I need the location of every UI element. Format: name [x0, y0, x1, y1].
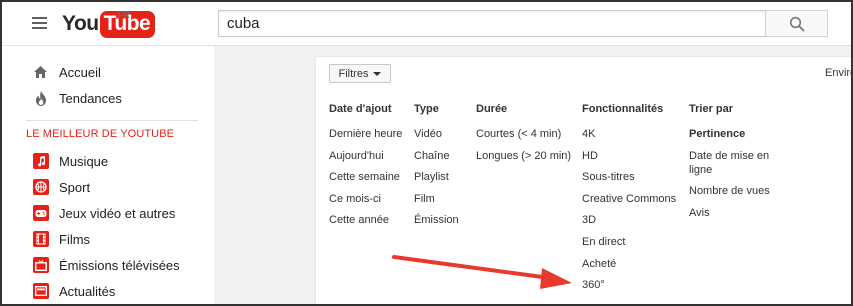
youtube-logo[interactable]: You Tube	[62, 10, 156, 38]
masthead: You Tube FR	[2, 2, 851, 46]
filter-column-title: Date d'ajout	[329, 103, 392, 115]
sidebar-item-label: Accueil	[59, 64, 101, 80]
film-icon	[32, 231, 49, 247]
search-button[interactable]	[765, 10, 828, 37]
sidebar-item-label: Émissions télévisées	[59, 257, 180, 273]
results-count-text: Enviro	[825, 67, 851, 79]
filter-column-type: Type Vidéo Chaîne Playlist Film Émission	[414, 103, 459, 235]
filter-option[interactable]: 4K	[582, 127, 676, 141]
sidebar-item-actualites[interactable]: Actualités	[2, 278, 214, 304]
filter-option[interactable]: Émission	[414, 213, 459, 227]
filter-option[interactable]: En direct	[582, 235, 676, 249]
filter-column-title: Trier par	[689, 103, 734, 115]
filter-column-title: Durée	[476, 103, 508, 115]
sidebar-item-accueil[interactable]: Accueil	[2, 59, 214, 85]
filter-option-360[interactable]: 360°	[582, 278, 676, 292]
sidebar-item-jeux-video[interactable]: Jeux vidéo et autres	[2, 200, 214, 226]
filter-option[interactable]: HD	[582, 149, 676, 163]
filter-option[interactable]: Dernière heure	[329, 127, 402, 141]
logo-you-text: You	[62, 12, 99, 35]
guide-sidebar: Accueil Tendances LE MEILLEUR DE YOUTUBE…	[2, 46, 214, 304]
filter-option[interactable]: Cette semaine	[329, 170, 402, 184]
filter-column-upload-date: Date d'ajout Dernière heure Aujourd'hui …	[329, 103, 402, 235]
filter-column-duration: Durée Courtes (< 4 min) Longues (> 20 mi…	[476, 103, 571, 170]
sidebar-item-sport[interactable]: Sport	[2, 174, 214, 200]
news-icon	[32, 283, 49, 299]
sidebar-item-label: Actualités	[59, 283, 116, 299]
sidebar-divider	[26, 120, 198, 121]
filter-option[interactable]: 3D	[582, 213, 676, 227]
filter-option[interactable]: Playlist	[414, 170, 459, 184]
filter-option[interactable]: Vidéo	[414, 127, 459, 141]
sidebar-item-emissions[interactable]: Émissions télévisées	[2, 252, 214, 278]
filter-option[interactable]: Film	[414, 192, 459, 206]
search-input[interactable]	[219, 11, 765, 36]
filter-column-features: Fonctionnalités 4K HD Sous-titres Creati…	[582, 103, 676, 300]
menu-icon[interactable]	[32, 17, 47, 29]
sidebar-item-label: Films	[59, 231, 91, 247]
sort-option-selected[interactable]: Pertinence	[689, 127, 779, 141]
caret-down-icon	[373, 71, 382, 76]
sidebar-item-films[interactable]: Films	[2, 226, 214, 252]
sidebar-item-label: Sport	[59, 179, 91, 195]
filters-button-label: Filtres	[338, 67, 369, 80]
sort-option[interactable]: Nombre de vues	[689, 184, 779, 198]
filter-option[interactable]: Creative Commons	[582, 192, 676, 206]
sidebar-item-label: Jeux vidéo et autres	[59, 205, 176, 221]
filter-option[interactable]: Courtes (< 4 min)	[476, 127, 571, 141]
filter-column-title: Type	[414, 103, 439, 115]
filters-toggle-button[interactable]: Filtres	[329, 64, 391, 83]
filter-column-sort-by: Trier par Pertinence Date de mise en lig…	[689, 103, 779, 227]
sidebar-section-title: LE MEILLEUR DE YOUTUBE	[26, 128, 175, 140]
sort-option[interactable]: Avis	[689, 206, 779, 220]
search-icon	[789, 16, 804, 31]
sidebar-item-tendances[interactable]: Tendances	[2, 85, 214, 111]
filter-option[interactable]: Chaîne	[414, 149, 459, 163]
filter-option[interactable]: Longues (> 20 min)	[476, 149, 571, 163]
sidebar-item-label: Tendances	[59, 90, 122, 106]
filter-option[interactable]: Aujourd'hui	[329, 149, 402, 163]
screenshot-frame: You Tube FR Accueil Tendances	[0, 0, 853, 306]
tv-icon	[32, 257, 49, 273]
annotation-arrow	[392, 255, 572, 289]
gamepad-icon	[32, 205, 49, 221]
flame-icon	[32, 90, 49, 107]
search-box	[218, 10, 766, 37]
music-icon	[32, 153, 49, 169]
filter-option[interactable]: Ce mois-ci	[329, 192, 402, 206]
home-icon	[32, 64, 49, 81]
sort-option[interactable]: Date de mise en ligne	[689, 149, 779, 177]
filter-option[interactable]: Sous-titres	[582, 170, 676, 184]
filter-column-title: Fonctionnalités	[582, 103, 664, 115]
filter-option[interactable]: Cette année	[329, 213, 402, 227]
sidebar-item-label: Musique	[59, 153, 109, 169]
region-label: FR	[118, 10, 130, 20]
basketball-icon	[32, 179, 49, 195]
filter-option[interactable]: Acheté	[582, 257, 676, 271]
sidebar-item-musique[interactable]: Musique	[2, 148, 214, 174]
